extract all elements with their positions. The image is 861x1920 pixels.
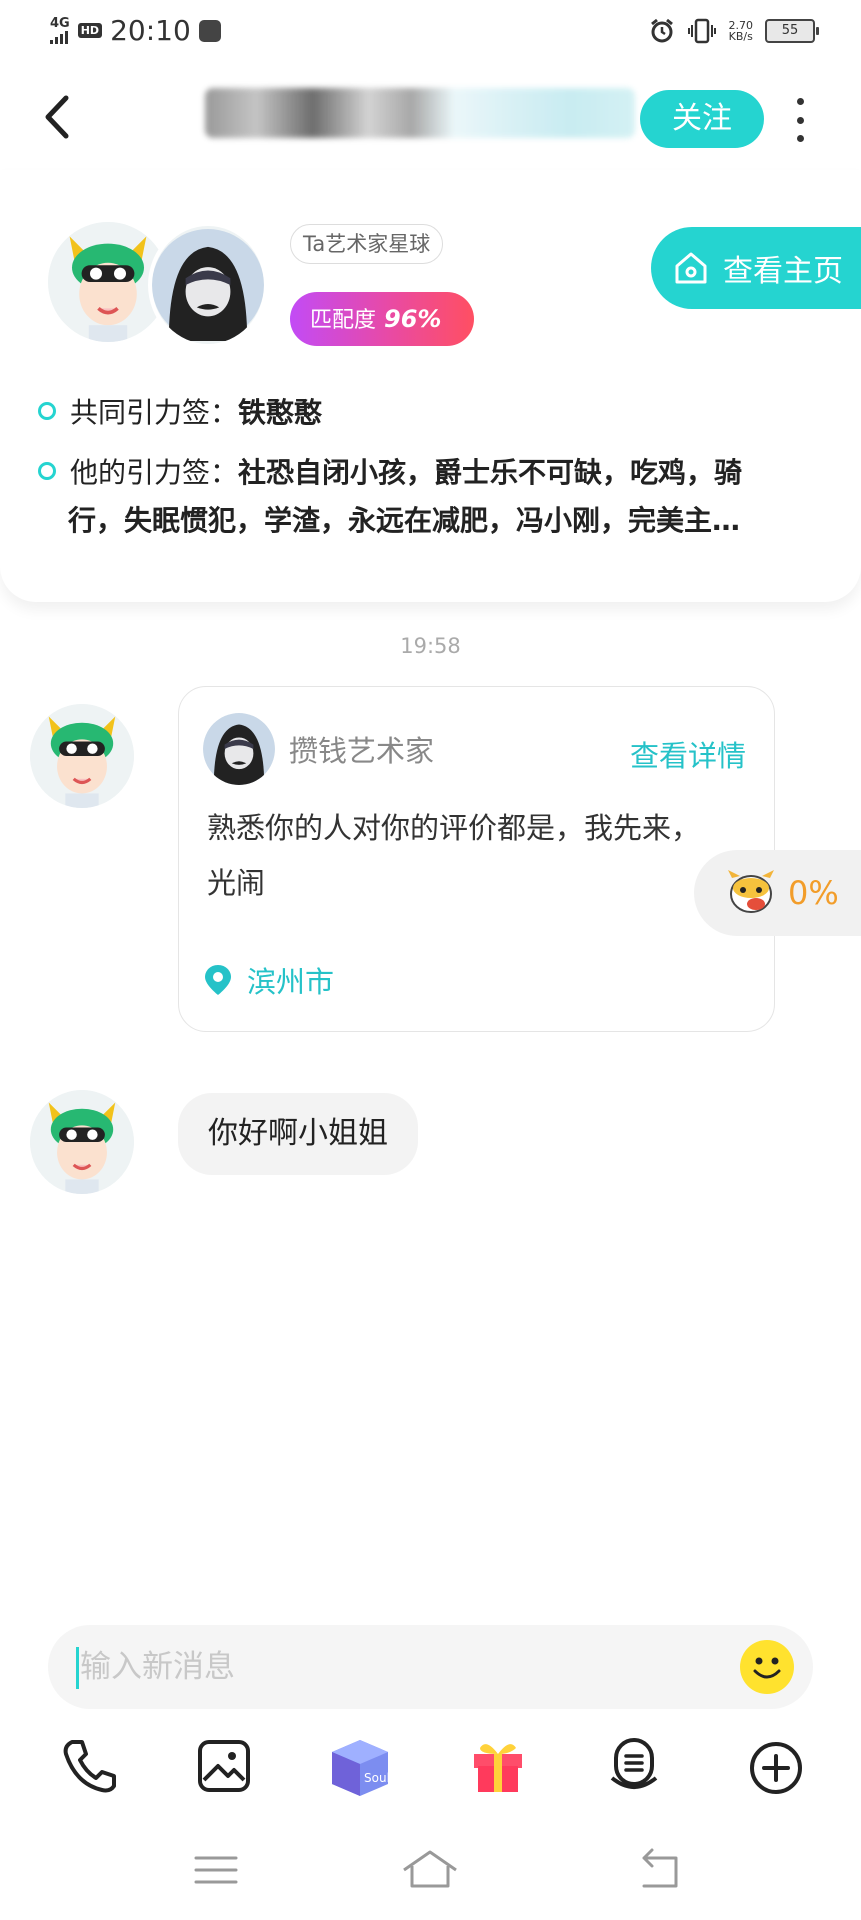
his-tags-row: 他的引力签：社恐自闭小孩，爵士乐不可缺，吃鸡，骑 bbox=[38, 450, 828, 496]
card-body-text: 熟悉你的人对你的评价都是，我先来，光闹 bbox=[207, 811, 701, 900]
floating-pet-widget[interactable]: 0% bbox=[694, 850, 861, 936]
common-tags-value: 铁憨憨 bbox=[238, 396, 323, 429]
voice-message-button[interactable] bbox=[598, 1730, 670, 1802]
image-icon bbox=[198, 1740, 250, 1792]
planet-tag: Ta艺术家星球 bbox=[290, 224, 444, 264]
card-author-name: 攒钱艺术家 bbox=[289, 734, 435, 768]
app-notification-icon bbox=[198, 19, 221, 42]
bullet-icon bbox=[38, 402, 56, 420]
chevron-left-icon bbox=[45, 95, 69, 139]
card-author-avatar bbox=[203, 713, 275, 785]
hooded-avatar-icon bbox=[152, 229, 264, 341]
status-bar: 4G HD 20:10 2.70 KB/s 55 bbox=[0, 0, 861, 66]
cartoon-avatar-icon bbox=[30, 704, 134, 808]
chat-toolbar: Soul bbox=[0, 1730, 861, 1802]
card-author: 攒钱艺术家 bbox=[203, 713, 434, 785]
sender-avatar[interactable] bbox=[30, 1090, 134, 1194]
his-tags-line1: 社恐自闭小孩，爵士乐不可缺，吃鸡，骑 bbox=[238, 456, 743, 489]
location-name: 滨州市 bbox=[247, 965, 335, 999]
nav-home-button[interactable] bbox=[400, 1840, 460, 1900]
his-tags-row-2: 行，失眠惯犯，学渣，永远在减肥，冯小刚，完美主… bbox=[38, 498, 828, 544]
smiley-icon bbox=[740, 1640, 794, 1694]
cow-mascot-icon bbox=[728, 870, 774, 913]
emoji-button[interactable] bbox=[739, 1639, 795, 1695]
view-homepage-label: 查看主页 bbox=[723, 254, 843, 289]
home-outline-icon bbox=[403, 1850, 457, 1888]
nav-menu-button[interactable] bbox=[186, 1840, 246, 1900]
card-location[interactable]: 滨州市 bbox=[203, 959, 334, 1001]
message-input[interactable]: 输入新消息 bbox=[48, 1625, 813, 1709]
pet-percent: 0% bbox=[788, 874, 839, 912]
photo-button[interactable] bbox=[188, 1730, 260, 1802]
back-arrow-icon bbox=[642, 1848, 678, 1888]
bullet-icon bbox=[38, 462, 56, 480]
soul-box-text: Soul bbox=[364, 1771, 390, 1785]
status-left: 4G HD 20:10 bbox=[50, 14, 221, 47]
shared-post-card[interactable]: 攒钱艺术家 查看详情 熟悉你的人对你的评价都是，我先来，光闹 滨州市 bbox=[178, 686, 775, 1032]
common-tags-label: 共同引力签： bbox=[70, 396, 239, 429]
common-tags-row: 共同引力签：铁憨憨 bbox=[38, 390, 828, 436]
view-homepage-button[interactable]: 查看主页 bbox=[651, 227, 861, 309]
more-actions-button[interactable] bbox=[740, 1730, 812, 1802]
alarm-icon bbox=[650, 18, 673, 43]
follow-button[interactable]: 关注 bbox=[640, 90, 764, 148]
sender-avatar[interactable] bbox=[30, 704, 134, 808]
view-details-link[interactable]: 查看详情 bbox=[630, 733, 746, 775]
more-menu-icon[interactable] bbox=[788, 98, 812, 142]
hooded-avatar-icon bbox=[203, 713, 275, 785]
match-value: 96% bbox=[384, 305, 442, 333]
microphone-icon bbox=[610, 1738, 658, 1789]
soul-box-icon: Soul bbox=[332, 1740, 390, 1796]
clock: 20:10 bbox=[110, 14, 191, 47]
match-badge: 匹配度 96% bbox=[290, 292, 474, 346]
hd-badge: HD bbox=[77, 23, 103, 38]
phone-icon bbox=[63, 1740, 116, 1793]
cartoon-avatar-icon bbox=[30, 1090, 134, 1194]
message-bubble[interactable]: 你好啊小姐姐 bbox=[178, 1093, 418, 1175]
back-button[interactable] bbox=[38, 92, 78, 142]
his-tags-line2: 行，失眠惯犯，学渣，永远在减肥，冯小刚，完美主… bbox=[68, 504, 741, 537]
partner-avatar[interactable] bbox=[148, 222, 268, 348]
status-right: 2.70 KB/s 55 bbox=[649, 18, 819, 44]
chat-timestamp: 19:58 bbox=[400, 634, 461, 658]
vibrate-icon bbox=[687, 18, 716, 44]
message-input-placeholder: 输入新消息 bbox=[80, 1649, 235, 1685]
nav-back-button[interactable] bbox=[630, 1840, 690, 1900]
battery-icon: 55 bbox=[765, 19, 819, 43]
blurred-username bbox=[205, 88, 635, 138]
speed-unit: KB/s bbox=[728, 30, 753, 43]
system-nav-bar bbox=[0, 1840, 861, 1900]
his-tags-label: 他的引力签： bbox=[70, 456, 239, 489]
text-cursor bbox=[76, 1647, 79, 1689]
home-icon bbox=[675, 252, 707, 284]
network-speed: 2.70 KB/s bbox=[729, 20, 754, 42]
voice-call-button[interactable] bbox=[52, 1730, 124, 1802]
plus-circle-icon bbox=[750, 1742, 802, 1794]
network-indicator: 4G bbox=[50, 15, 70, 44]
gift-button[interactable] bbox=[462, 1730, 534, 1802]
location-pin-icon bbox=[205, 965, 231, 995]
soul-box-button[interactable]: Soul bbox=[324, 1730, 396, 1802]
gift-icon bbox=[474, 1744, 522, 1792]
signal-icon bbox=[50, 30, 70, 44]
menu-icon bbox=[194, 1856, 238, 1884]
match-label: 匹配度 bbox=[310, 308, 377, 333]
network-type: 4G bbox=[50, 15, 70, 31]
